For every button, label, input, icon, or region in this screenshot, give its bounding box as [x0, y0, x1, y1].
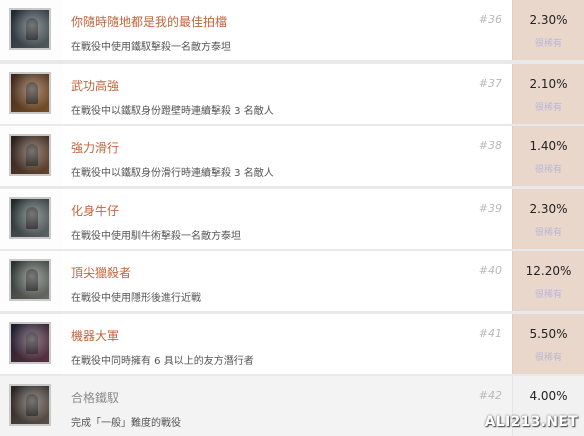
achievement-description: 在戰役中使用馴牛術擊殺一名敵方泰坦 — [71, 231, 241, 242]
achievement-icon — [9, 259, 51, 301]
achievement-row[interactable]: 頂尖獵殺者 在戰役中使用隱形後進行近戰 #40 12.20% 很稀有 — [0, 251, 584, 311]
achievement-list: 你隨時隨地都是我的最佳拍檔 在戰役中使用鐵馭擊殺一名敵方泰坦 #36 2.30%… — [0, 0, 584, 436]
achievement-name: 合格鐵馭 — [71, 391, 120, 405]
unlock-percent: 4.00% — [529, 389, 568, 403]
achievement-name: 武功高強 — [71, 79, 120, 93]
achievement-description: 在戰役中使用鐵馭擊殺一名敵方泰坦 — [71, 42, 231, 53]
rarity-label: 很稀有 — [534, 39, 562, 49]
achievement-stat: 2.30% 很稀有 — [512, 189, 584, 249]
achievement-number: #40 — [478, 264, 502, 277]
achievement-name: 化身牛仔 — [71, 204, 120, 218]
achievement-icon — [9, 8, 51, 50]
rarity-label: 很稀有 — [534, 165, 562, 175]
achievement-row[interactable]: 你隨時隨地都是我的最佳拍檔 在戰役中使用鐵馭擊殺一名敵方泰坦 #36 2.30%… — [0, 0, 584, 60]
achievement-icon — [9, 197, 51, 239]
achievement-row[interactable]: 化身牛仔 在戰役中使用馴牛術擊殺一名敵方泰坦 #39 2.30% 很稀有 — [0, 189, 584, 249]
achievement-stat: 12.20% 很稀有 — [512, 251, 584, 311]
achievement-description: 在戰役中以鐵馭身份蹬壁時連續擊殺 3 名敵人 — [71, 106, 274, 117]
achievement-description: 在戰役中同時擁有 6 具以上的友方潛行者 — [71, 356, 254, 367]
achievement-stat: 2.10% 很稀有 — [512, 64, 584, 124]
achievement-icon — [9, 322, 51, 364]
achievement-number: #42 — [478, 389, 502, 402]
rarity-label: 很稀有 — [534, 290, 562, 300]
achievement-number: #36 — [478, 13, 502, 26]
rarity-label: 很稀有 — [534, 353, 562, 363]
achievement-description: 在戰役中以鐵馭身份滑行時連續擊殺 3 名敵人 — [71, 168, 274, 179]
achievement-stat: 5.50% 很稀有 — [512, 314, 584, 374]
achievement-row[interactable]: 機器大軍 在戰役中同時擁有 6 具以上的友方潛行者 #41 5.50% 很稀有 — [0, 314, 584, 374]
achievement-number: #38 — [478, 139, 502, 152]
unlock-percent: 2.30% — [529, 13, 568, 27]
achievement-stat: 2.30% 很稀有 — [512, 0, 584, 60]
rarity-label: 很稀有 — [534, 103, 562, 113]
achievement-description: 在戰役中使用隱形後進行近戰 — [71, 293, 201, 304]
achievement-name: 頂尖獵殺者 — [71, 266, 132, 280]
unlock-percent: 12.20% — [525, 264, 572, 278]
achievement-row[interactable]: 強力滑行 在戰役中以鐵馭身份滑行時連續擊殺 3 名敵人 #38 1.40% 很稀… — [0, 126, 584, 186]
achievement-name: 強力滑行 — [71, 141, 120, 155]
achievement-description: 完成「一般」難度的戰役 — [71, 418, 181, 429]
achievement-number: #37 — [478, 77, 502, 90]
rarity-label: 很稀有 — [534, 228, 562, 238]
achievement-icon — [9, 134, 51, 176]
achievement-name: 你隨時隨地都是我的最佳拍檔 — [71, 15, 228, 29]
unlock-percent: 1.40% — [529, 139, 568, 153]
unlock-percent: 2.10% — [529, 77, 568, 91]
site-watermark: ALI213.NET — [484, 414, 578, 430]
unlock-percent: 5.50% — [529, 327, 568, 341]
achievement-icon — [9, 72, 51, 114]
achievement-icon — [9, 384, 51, 426]
achievement-row[interactable]: 武功高強 在戰役中以鐵馭身份蹬壁時連續擊殺 3 名敵人 #37 2.10% 很稀… — [0, 64, 584, 124]
achievement-stat: 1.40% 很稀有 — [512, 126, 584, 186]
unlock-percent: 2.30% — [529, 202, 568, 216]
achievement-number: #39 — [478, 202, 502, 215]
achievement-number: #41 — [478, 327, 502, 340]
achievement-name: 機器大軍 — [71, 329, 120, 343]
